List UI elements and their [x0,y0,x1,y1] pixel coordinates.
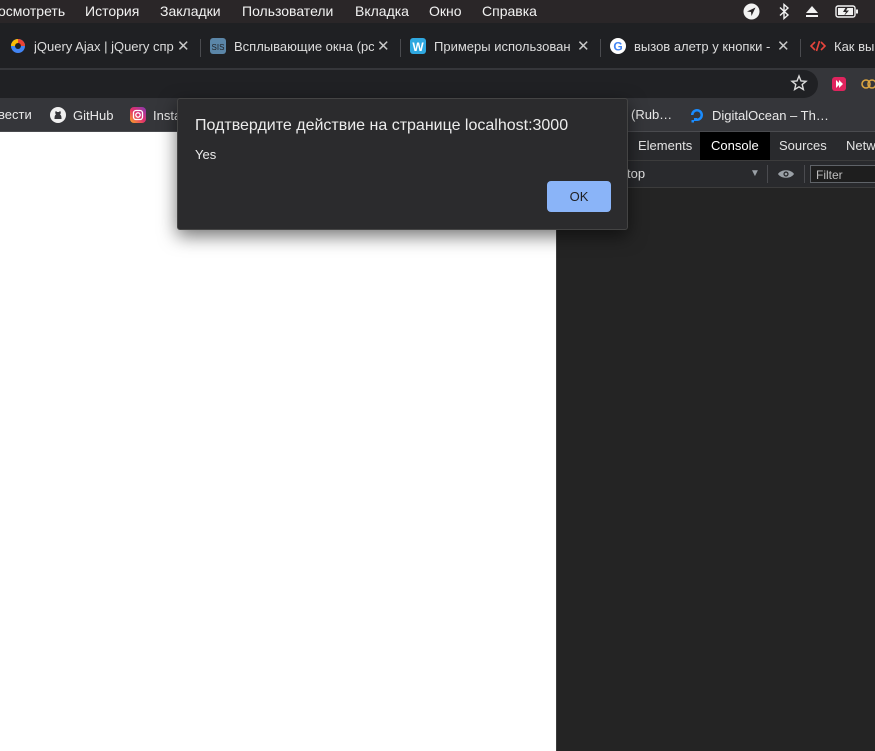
svg-text:SIS: SIS [212,43,225,52]
tab-separator [400,39,401,57]
dropdown-arrow-icon[interactable]: ▼ [750,168,760,179]
svg-text:W: W [412,40,424,54]
tab-title: вызов алетр у кнопки - [634,39,771,54]
bluetooth-icon[interactable] [778,2,790,23]
github-icon [50,107,66,123]
jquery-icon [10,38,26,54]
menu-view[interactable]: осмотреть [0,3,65,19]
menu-bar: осмотреть История Закладки Пользователи … [0,0,875,23]
ok-button[interactable]: OK [547,181,611,212]
tab-strip: jQuery Ajax | jQuery спр ✕ SIS Всплывающ… [0,23,875,68]
address-bar[interactable] [0,70,818,98]
w-icon: W [410,38,426,54]
code-icon [810,38,827,54]
tab-sources[interactable]: Sources [768,132,838,160]
bookmark-label: вести [0,107,32,122]
tab-usage-examples[interactable]: W Примеры использован ✕ [410,35,595,59]
dialog-message: Yes [195,147,217,162]
tab-separator [800,39,801,57]
location-icon[interactable] [743,3,760,23]
bookmark-instagram[interactable]: Insta [130,107,181,123]
menu-window[interactable]: Окно [429,3,462,19]
close-icon[interactable]: ✕ [377,37,390,55]
confirm-dialog: Подтвердите действие на странице localho… [177,98,628,230]
bookmark-ruby[interactable]: (Rub… [631,107,672,122]
bookmark-label: (Rub… [631,107,673,122]
battery-icon[interactable] [835,3,859,23]
tab-popup-windows[interactable]: SIS Всплывающие окна (рс ✕ [210,35,395,59]
tab-jquery-ajax[interactable]: jQuery Ajax | jQuery спр ✕ [10,35,195,59]
tab-how-to[interactable]: Как вы [810,35,875,59]
menu-history[interactable]: История [85,3,139,19]
tab-google-search[interactable]: G вызов алетр у кнопки - ✕ [610,35,795,59]
menu-tab[interactable]: Вкладка [355,3,409,19]
eye-icon[interactable] [777,166,795,187]
svg-text:G: G [613,40,622,54]
console-filter-input[interactable]: Filter [810,165,875,183]
close-icon[interactable]: ✕ [577,37,590,55]
star-icon[interactable] [790,74,808,97]
tab-title: Примеры использован [434,39,571,54]
extension-owl-icon[interactable] [861,76,875,97]
toolbar-separator [804,165,805,183]
toolbar-separator [767,165,768,183]
eject-icon[interactable] [805,3,819,23]
digitalocean-icon [689,107,705,123]
tab-network[interactable]: Netw [835,132,875,160]
browser-toolbar [0,68,875,100]
sis-icon: SIS [210,38,226,54]
bookmark-label: GitHub [73,108,114,123]
tab-console[interactable]: Console [700,132,770,160]
close-icon[interactable]: ✕ [777,37,790,55]
tab-title: Всплывающие окна (рс [234,39,374,54]
dialog-title: Подтвердите действие на странице localho… [195,117,569,134]
bookmark-label: DigitalOcean – Th… [712,108,829,123]
tab-title: Как вы [834,39,875,54]
menu-help[interactable]: Справка [482,3,537,19]
context-selector[interactable]: top [627,166,645,181]
extension-icon[interactable] [831,76,847,97]
menu-users[interactable]: Пользователи [242,3,333,19]
instagram-icon [130,107,146,123]
tab-separator [200,39,201,57]
tab-title: jQuery Ajax | jQuery спр [34,39,174,54]
menu-bookmarks[interactable]: Закладки [160,3,221,19]
bookmark-digitalocean[interactable]: DigitalOcean – Th… [689,107,829,123]
tab-separator [600,39,601,57]
bookmark-github[interactable]: GitHub [50,107,113,123]
tab-elements[interactable]: Elements [627,132,703,160]
google-icon: G [610,38,626,54]
close-icon[interactable]: ✕ [177,37,190,55]
bookmark-news[interactable]: вести [0,107,32,122]
